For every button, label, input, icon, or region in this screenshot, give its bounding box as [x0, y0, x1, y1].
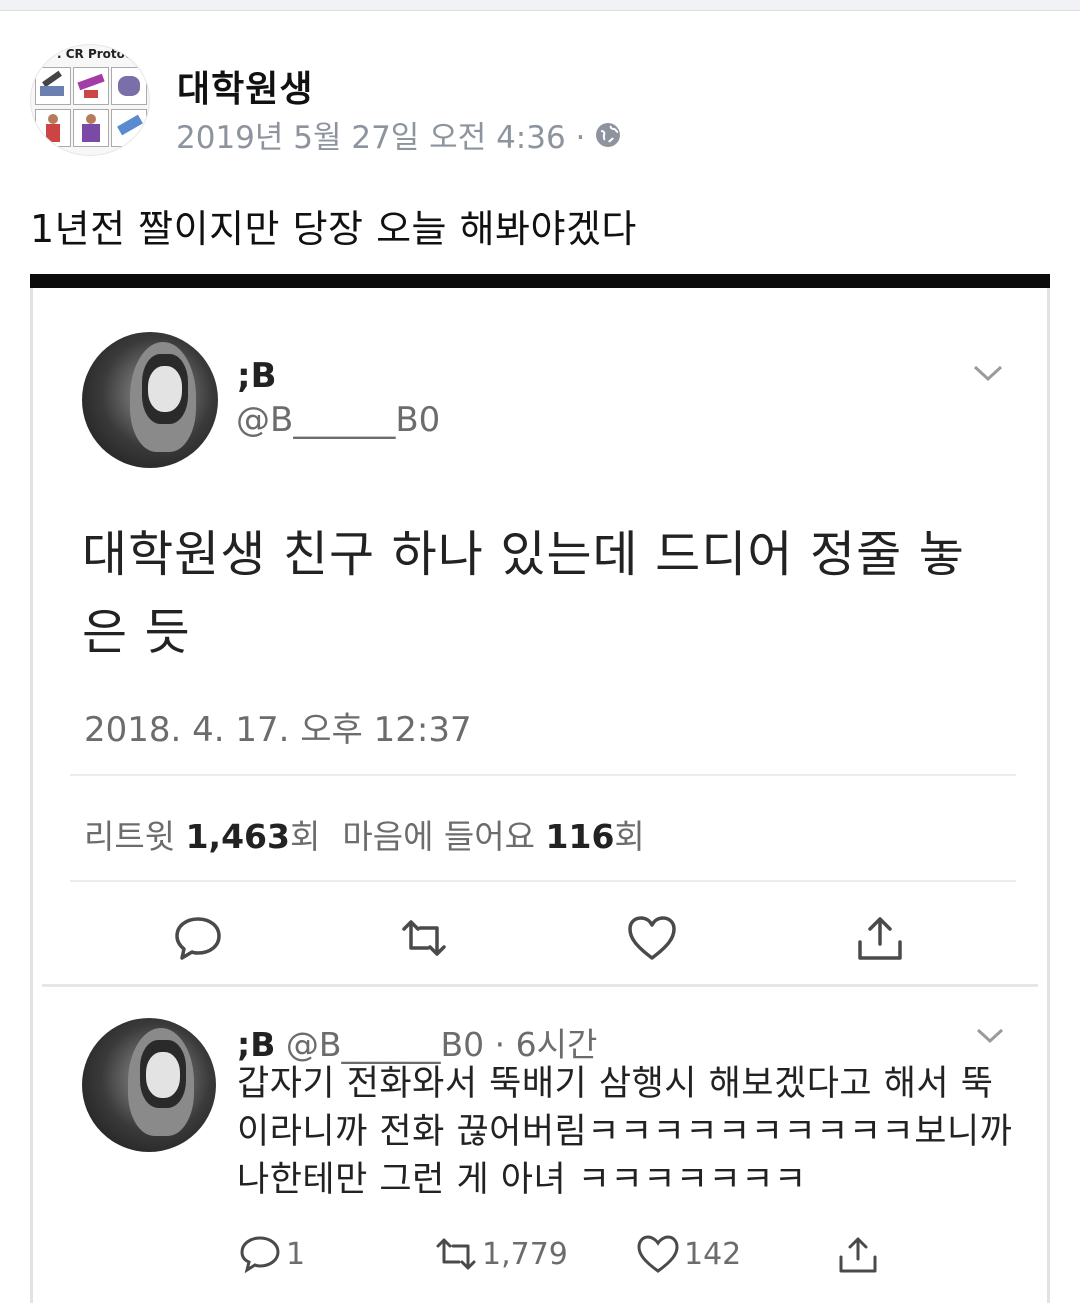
divider: [70, 880, 1016, 882]
reply-retweet-button[interactable]: 1,779: [434, 1234, 568, 1274]
share-icon: [858, 917, 902, 960]
reply-button[interactable]: [172, 914, 224, 962]
reply-reply-button[interactable]: 1: [238, 1234, 305, 1274]
top-border: [0, 0, 1080, 11]
reply-author-meta: @B______B0 · 6시간: [285, 1025, 598, 1064]
like-icon: [628, 916, 676, 960]
retweet-icon: [436, 1238, 476, 1270]
reply-icon: [175, 917, 221, 960]
share-button[interactable]: [854, 914, 906, 962]
screenshot-top-bar: [30, 274, 1050, 288]
divider: [70, 774, 1016, 776]
reply-text: 갑자기 전화와서 뚝배기 삼행시 해보겠다고 해서 뚝이라니까 전화 끊어버림ㅋ…: [237, 1064, 1013, 1200]
retweet-button[interactable]: [398, 914, 450, 962]
reply-author-name: ;B: [237, 1025, 276, 1064]
divider: [42, 984, 1038, 987]
tweet-text: 대학원생 친구 하나 있는데 드디어 정줄 놓은 듯: [82, 526, 965, 661]
like-count: 116: [545, 817, 615, 856]
like-stat[interactable]: 마음에 들어요 116회: [342, 817, 644, 856]
reply-like-button[interactable]: 142: [636, 1234, 741, 1274]
reply-icon: [240, 1236, 280, 1274]
like-icon: [637, 1235, 679, 1273]
tweet-author-name[interactable]: ;B: [237, 356, 277, 396]
retweet-count: 1,463: [185, 817, 290, 856]
page-name[interactable]: 대학원생: [177, 60, 313, 112]
screenshot-edge-right: [1047, 288, 1050, 1303]
like-button[interactable]: [626, 914, 678, 962]
chevron-down-icon[interactable]: [975, 1026, 1005, 1046]
reply-like-count: 142: [684, 1236, 742, 1272]
embedded-tweet-screenshot: ;B @B______B0 대학원생 친구 하나 있는데 드디어 정줄 놓은 듯…: [30, 274, 1050, 1303]
tweet-avatar[interactable]: [82, 332, 218, 468]
screenshot-edge-left: [30, 288, 33, 1303]
reply-avatar[interactable]: [82, 1018, 216, 1152]
reply-count: 1: [286, 1236, 306, 1272]
chevron-down-icon[interactable]: [972, 362, 1004, 384]
retweet-stat[interactable]: 리트윗 1,463회: [84, 817, 320, 856]
tweet-timestamp[interactable]: 2018. 4. 17. 오후 12:37: [84, 702, 472, 751]
reply-retweet-count: 1,779: [482, 1236, 568, 1272]
tweet-author-handle[interactable]: @B______B0: [236, 400, 440, 440]
page-avatar[interactable]: . CR Protoco.: [30, 44, 150, 156]
reply-author[interactable]: ;B @B______B0 · 6시간: [237, 1018, 597, 1066]
share-icon: [839, 1237, 877, 1273]
globe-icon: [596, 122, 621, 147]
post-text: 1년전 짤이지만 당장 오늘 해봐야겠다: [30, 207, 637, 251]
post-timestamp[interactable]: 2019년 5월 27일 오전 4:36 ·: [176, 112, 621, 157]
avatar-caption: . CR Protoco.: [57, 47, 145, 61]
tweet-stats: 리트윗 1,463회 마음에 들어요 116회: [84, 810, 645, 858]
post-date: 2019년 5월 27일 오전 4:36 ·: [176, 120, 586, 156]
retweet-icon: [402, 920, 446, 956]
post-header: . CR Protoco. 대학원생 2019년 5월 27일 오전 4:36 …: [30, 44, 1050, 157]
reply-share-button[interactable]: [836, 1234, 880, 1274]
